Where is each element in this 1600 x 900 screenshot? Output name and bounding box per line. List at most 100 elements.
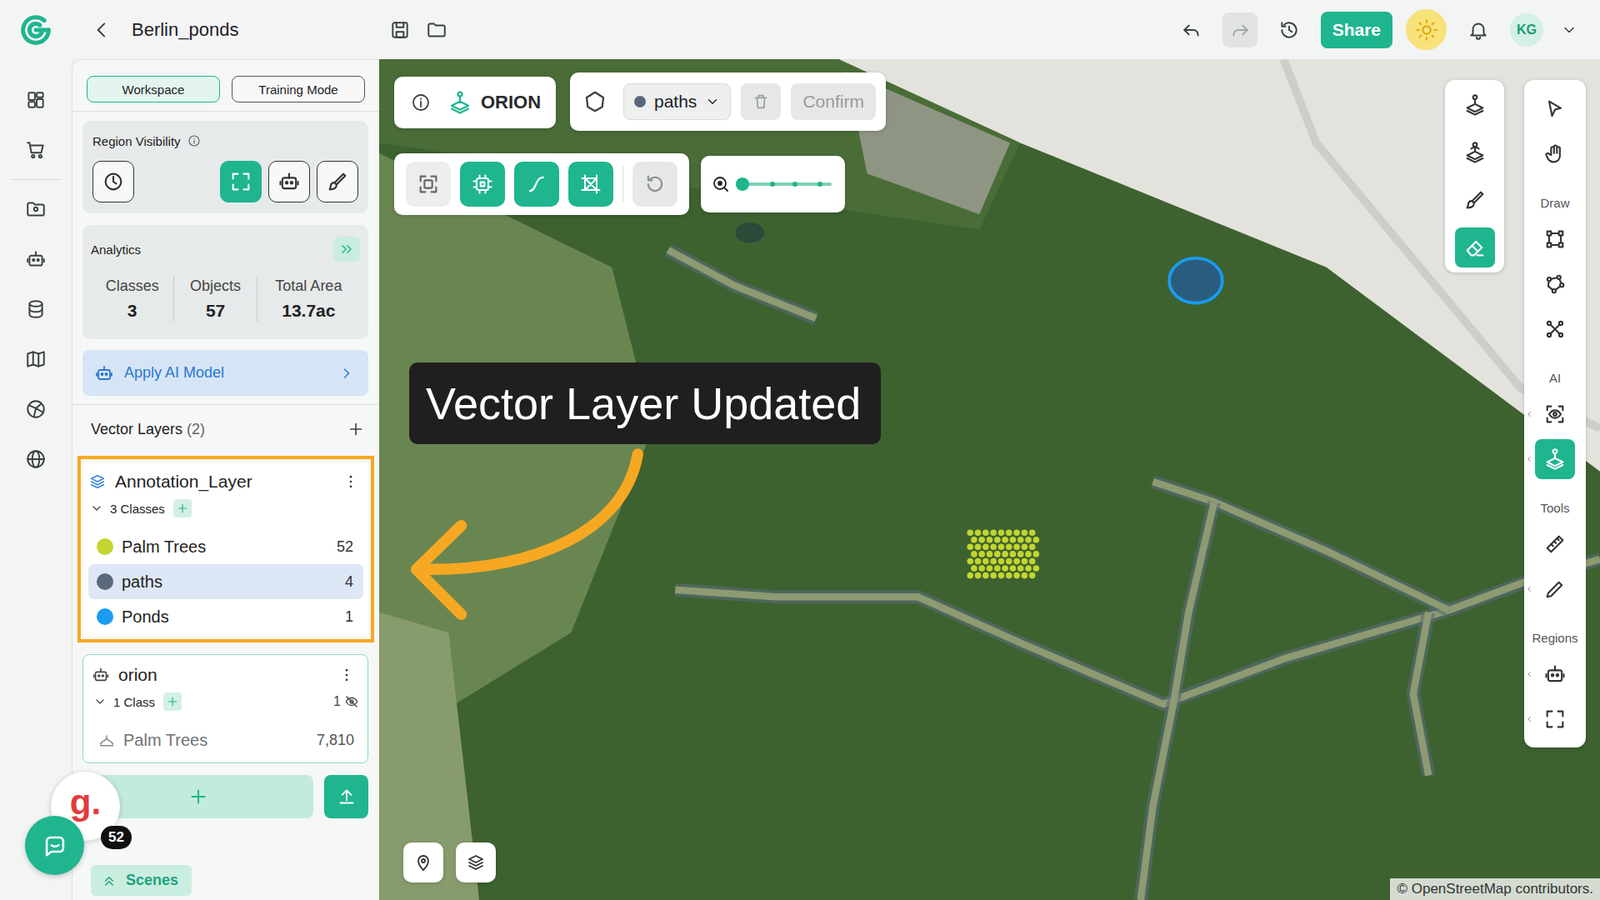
scenes-button[interactable]: Scenes: [90, 865, 192, 896]
user-avatar[interactable]: KG: [1510, 13, 1544, 47]
class-row[interactable]: Palm Trees 52: [88, 529, 364, 565]
toolbar-item: [1524, 569, 1586, 610]
app-logo[interactable]: [0, 10, 72, 50]
delete-button[interactable]: [740, 83, 781, 120]
submenu-marker[interactable]: [1525, 455, 1534, 464]
account-menu-button[interactable]: [1556, 17, 1582, 43]
submenu-marker[interactable]: [1525, 715, 1534, 724]
info-icon: [410, 92, 431, 113]
rail-item[interactable]: [17, 340, 55, 378]
map-tool-button[interactable]: [1535, 219, 1575, 260]
slider-knob[interactable]: [735, 177, 750, 191]
class-row[interactable]: Ponds 1: [88, 599, 364, 635]
add-layer-button[interactable]: [343, 416, 369, 442]
region-toggle[interactable]: [220, 160, 262, 203]
toolbar-section-label: AI: [1549, 354, 1561, 390]
ai-tool-button[interactable]: [632, 161, 678, 207]
save-button[interactable]: [381, 11, 419, 49]
layer-menu-button[interactable]: [334, 662, 360, 688]
toolbar-item: [1524, 134, 1586, 175]
history-icon: [1278, 19, 1300, 41]
rail-item[interactable]: [17, 190, 55, 228]
confirm-button[interactable]: Confirm: [790, 83, 876, 120]
submenu-marker[interactable]: [1525, 585, 1534, 594]
ai-tools-bar: [394, 153, 690, 215]
share-button[interactable]: Share: [1320, 11, 1393, 49]
hidden-count[interactable]: 1: [333, 694, 360, 710]
map-tool-button[interactable]: [1535, 699, 1575, 740]
robot-icon: [1543, 662, 1567, 686]
history-button[interactable]: [1270, 11, 1308, 49]
map-tool-button[interactable]: [1535, 134, 1575, 175]
add-class-button[interactable]: [163, 692, 182, 711]
toolbar-item: [1524, 439, 1586, 480]
class-row[interactable]: Palm Trees 7,810: [91, 722, 360, 758]
class-dropdown[interactable]: paths: [623, 83, 731, 120]
ai-tool-button[interactable]: [460, 161, 505, 207]
region-toggle[interactable]: [92, 160, 135, 203]
notifications-button[interactable]: [1460, 11, 1497, 49]
open-folder-button[interactable]: [418, 11, 455, 49]
rail-item[interactable]: [17, 290, 55, 328]
map-tool-button[interactable]: [1535, 89, 1575, 130]
submenu-marker[interactable]: [1525, 410, 1534, 419]
poly-icon: [1543, 272, 1567, 296]
rail-item[interactable]: [17, 390, 55, 428]
chat-button[interactable]: [25, 815, 85, 875]
rail-item[interactable]: [17, 240, 55, 278]
slider-track[interactable]: [739, 182, 832, 186]
chevdown-icon: [705, 94, 720, 110]
expand-analytics-button[interactable]: [333, 236, 360, 262]
apply-ai-model-button[interactable]: Apply AI Model: [82, 350, 369, 396]
mode-tab[interactable]: Training Mode: [231, 75, 365, 103]
ai-tool-button[interactable]: [405, 161, 451, 207]
layer-tool-button[interactable]: [1455, 180, 1495, 220]
undo-button[interactable]: [1174, 12, 1210, 48]
map-view[interactable]: ORION paths Confirm Draw AI Tools Region…: [379, 59, 1600, 900]
upload-button[interactable]: [324, 775, 369, 819]
layer-tool-button[interactable]: [1455, 227, 1495, 268]
layer-tool-button[interactable]: [1455, 132, 1495, 173]
vector-layer[interactable]: Annotation_Layer 3 Classes Palm Trees 52…: [83, 461, 369, 637]
redo-button[interactable]: [1222, 12, 1258, 48]
toolbar-item: [1524, 264, 1586, 305]
map-tool-button[interactable]: [1535, 394, 1575, 435]
map-tool-button[interactable]: [1535, 309, 1575, 350]
map-tool-button[interactable]: [1535, 569, 1575, 610]
back-button[interactable]: [83, 11, 120, 49]
map-attribution: © OpenStreetMap contributors.: [1390, 878, 1600, 900]
map-tool-button[interactable]: [1535, 264, 1575, 305]
rail-item[interactable]: [17, 81, 55, 119]
class-row[interactable]: paths 4: [88, 564, 364, 600]
vector-layer[interactable]: orion 1 Class 1 Palm Trees 7,810: [82, 654, 369, 764]
add-class-button[interactable]: [173, 499, 192, 518]
toolbar-item: [1524, 699, 1586, 740]
region-toggle[interactable]: [316, 160, 359, 203]
orion-icon: [1543, 447, 1567, 471]
map-tool-button[interactable]: [1535, 439, 1575, 480]
robot-icon: [94, 363, 115, 384]
ai-tool-button[interactable]: [568, 161, 614, 207]
map-control-button[interactable]: [455, 842, 496, 883]
submenu-marker[interactable]: [1525, 670, 1534, 679]
class-color-dot: [96, 573, 114, 590]
collapse-button[interactable]: [88, 500, 105, 517]
top-bar: Berlin_ponds Share KG: [0, 0, 1600, 60]
map-tool-button[interactable]: [1535, 654, 1575, 695]
collapse-button[interactable]: [91, 693, 109, 710]
rail-item[interactable]: [17, 131, 55, 169]
chevleft-icon: [1525, 715, 1534, 724]
model-info-button[interactable]: [402, 84, 440, 121]
layer-tool-button[interactable]: [1455, 85, 1495, 125]
app-window: Berlin_ponds Share KG Workspace Training …: [0, 0, 1600, 900]
mode-tab[interactable]: Workspace: [86, 75, 220, 103]
rail-item[interactable]: [17, 440, 55, 478]
theme-button[interactable]: [1405, 9, 1447, 50]
ai-tool-button[interactable]: [514, 161, 560, 207]
info-icon: [187, 134, 201, 148]
map-control-button[interactable]: [403, 842, 444, 883]
map-tool-button[interactable]: [1535, 524, 1575, 565]
polygon-mode-button[interactable]: [576, 83, 614, 120]
layer-menu-button[interactable]: [338, 469, 364, 495]
region-toggle[interactable]: [268, 160, 310, 203]
